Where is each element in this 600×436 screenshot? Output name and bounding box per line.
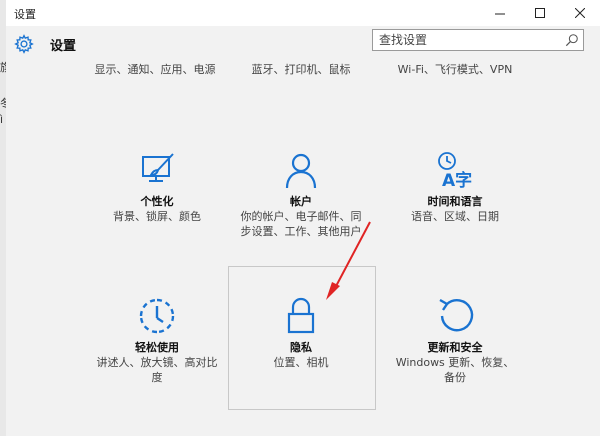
settings-window: 设置 设置 显示、通知、应用、电源 蓝牙、打印机、鼠标 Wi-Fi、飞行模式、V… <box>6 0 600 436</box>
annotation-arrow <box>326 221 371 300</box>
